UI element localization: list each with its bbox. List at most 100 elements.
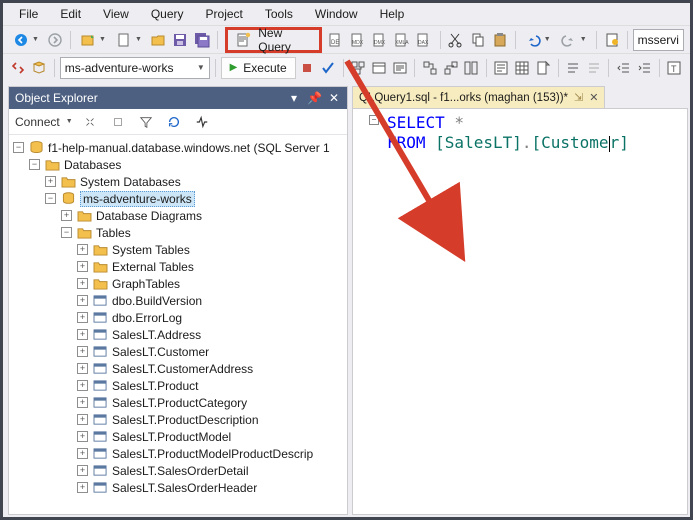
close-panel-icon[interactable]: ✕ xyxy=(327,91,341,105)
cut-button[interactable] xyxy=(445,29,465,51)
tree-databases-node[interactable]: −Databases xyxy=(11,156,345,173)
object-explorer-toolbar: Connect▼ xyxy=(9,109,347,135)
query-options-button[interactable] xyxy=(369,57,388,79)
tree-table-node[interactable]: +dbo.BuildVersion xyxy=(11,292,345,309)
pin-tab-icon[interactable]: ⇲ xyxy=(574,91,583,104)
save-button[interactable] xyxy=(170,29,190,51)
menu-window[interactable]: Window xyxy=(305,5,368,23)
uncomment-button[interactable] xyxy=(584,57,603,79)
tree-table-node[interactable]: +dbo.ErrorLog xyxy=(11,309,345,326)
tree-tables-node[interactable]: −Tables xyxy=(11,224,345,241)
tree-table-node[interactable]: +SalesLT.CustomerAddress xyxy=(11,360,345,377)
stop-button[interactable] xyxy=(298,57,317,79)
save-all-button[interactable] xyxy=(192,29,212,51)
tree-system-databases-node[interactable]: +System Databases xyxy=(11,173,345,190)
menu-help[interactable]: Help xyxy=(370,5,415,23)
autohide-pin-icon[interactable]: 📌 xyxy=(307,91,321,105)
specify-values-button[interactable]: T xyxy=(665,57,684,79)
redo-button[interactable]: ▼ xyxy=(557,29,591,51)
svg-text:DE: DE xyxy=(331,40,339,46)
menu-project[interactable]: Project xyxy=(196,5,253,23)
refresh-icon[interactable] xyxy=(163,111,185,133)
outline-toggle-icon[interactable]: − xyxy=(369,115,379,125)
execute-button[interactable]: ▶ Execute xyxy=(221,57,296,79)
available-db-icon[interactable] xyxy=(30,57,49,79)
available-databases-combo[interactable]: ms-adventure-works ▼ xyxy=(60,57,210,79)
tree-table-node[interactable]: +SalesLT.ProductDescription xyxy=(11,411,345,428)
results-to-file-button[interactable] xyxy=(534,57,553,79)
menu-tools[interactable]: Tools xyxy=(255,5,303,23)
svg-text:MDX: MDX xyxy=(352,40,364,46)
new-project-button[interactable]: ▼ xyxy=(76,29,110,51)
include-client-stats-button[interactable] xyxy=(462,57,481,79)
decrease-indent-button[interactable] xyxy=(614,57,633,79)
available-databases-value: ms-adventure-works xyxy=(65,61,174,75)
connect-button[interactable]: Connect xyxy=(15,115,60,129)
menu-query[interactable]: Query xyxy=(141,5,194,23)
svg-text:XMLA: XMLA xyxy=(395,40,409,46)
execute-label: Execute xyxy=(243,61,286,75)
tree-table-node[interactable]: +SalesLT.ProductCategory xyxy=(11,394,345,411)
object-explorer-titlebar[interactable]: Object Explorer ▾ 📌 ✕ xyxy=(9,87,347,109)
disconnect-icon[interactable] xyxy=(79,111,101,133)
sql-text[interactable]: SELECT * FROM [SalesLT].[Customer] xyxy=(387,113,683,153)
new-query-button[interactable]: New Query xyxy=(225,27,321,53)
tree-table-node[interactable]: +SalesLT.ProductModel xyxy=(11,428,345,445)
live-query-stats-button[interactable] xyxy=(441,57,460,79)
xmla-query-button[interactable]: XMLA xyxy=(392,29,412,51)
results-to-text-button[interactable] xyxy=(492,57,511,79)
tree-user-database-node[interactable]: −ms-adventure-works xyxy=(11,190,345,207)
results-to-grid-button[interactable] xyxy=(513,57,532,79)
new-item-button[interactable]: ▼ xyxy=(112,29,146,51)
tree-server-node[interactable]: −f1-help-manual.database.windows.net (SQ… xyxy=(11,139,345,156)
intellisense-button[interactable] xyxy=(390,57,409,79)
close-tab-icon[interactable]: ✕ xyxy=(589,91,598,104)
undo-button[interactable]: ▼ xyxy=(521,29,555,51)
tree-table-node[interactable]: +SalesLT.Product xyxy=(11,377,345,394)
play-icon: ▶ xyxy=(230,62,238,73)
new-query-icon xyxy=(236,32,252,48)
filter-icon[interactable] xyxy=(135,111,157,133)
tree-diagrams-node[interactable]: +Database Diagrams xyxy=(11,207,345,224)
parse-button[interactable] xyxy=(319,57,338,79)
editor-gutter xyxy=(353,109,383,514)
nav-fwd-button[interactable] xyxy=(45,29,65,51)
nav-back-button[interactable]: ▼ xyxy=(9,29,43,51)
menu-edit[interactable]: Edit xyxy=(50,5,91,23)
menu-file[interactable]: File xyxy=(9,5,48,23)
solution-config-combo[interactable]: msservi xyxy=(633,29,684,51)
dmx-query-button[interactable]: DMX xyxy=(370,29,390,51)
editor-tab-label: QLQuery1.sql - f1...orks (maghan (153))* xyxy=(359,92,568,104)
display-estimated-plan-button[interactable] xyxy=(348,57,367,79)
stop-icon[interactable] xyxy=(107,111,129,133)
tree-table-node[interactable]: +SalesLT.Customer xyxy=(11,343,345,360)
activity-icon[interactable] xyxy=(191,111,213,133)
comment-button[interactable] xyxy=(564,57,583,79)
tree-table-node[interactable]: +SalesLT.Address xyxy=(11,326,345,343)
main-menu: File Edit View Query Project Tools Windo… xyxy=(3,3,690,25)
include-actual-plan-button[interactable] xyxy=(420,57,439,79)
sql-editor[interactable]: − SELECT * FROM [SalesLT].[Customer] xyxy=(352,108,688,515)
paste-button[interactable] xyxy=(490,29,510,51)
tree-table-node[interactable]: +SalesLT.ProductModelProductDescrip xyxy=(11,445,345,462)
svg-text:T: T xyxy=(671,64,677,74)
tree-external-tables-node[interactable]: +External Tables xyxy=(11,258,345,275)
object-explorer-title: Object Explorer xyxy=(15,91,98,105)
increase-indent-button[interactable] xyxy=(635,57,654,79)
tree-table-node[interactable]: +SalesLT.SalesOrderDetail xyxy=(11,462,345,479)
window-position-icon[interactable]: ▾ xyxy=(287,91,301,105)
editor-tab[interactable]: QLQuery1.sql - f1...orks (maghan (153))*… xyxy=(352,86,605,108)
dax-query-button[interactable]: DAX xyxy=(414,29,434,51)
tree-table-node[interactable]: +SalesLT.SalesOrderHeader xyxy=(11,479,345,496)
open-button[interactable] xyxy=(148,29,168,51)
change-connection-button[interactable] xyxy=(9,57,28,79)
properties-icon[interactable] xyxy=(602,29,622,51)
object-explorer-tree[interactable]: −f1-help-manual.database.windows.net (SQ… xyxy=(9,135,347,514)
mdx-query-button[interactable]: MDX xyxy=(348,29,368,51)
copy-button[interactable] xyxy=(468,29,488,51)
de-query-button[interactable]: DE xyxy=(326,29,346,51)
tree-system-tables-node[interactable]: +System Tables xyxy=(11,241,345,258)
menu-view[interactable]: View xyxy=(93,5,139,23)
sql-editor-toolbar: ms-adventure-works ▼ ▶ Execute T xyxy=(3,53,690,81)
tree-graph-tables-node[interactable]: +GraphTables xyxy=(11,275,345,292)
